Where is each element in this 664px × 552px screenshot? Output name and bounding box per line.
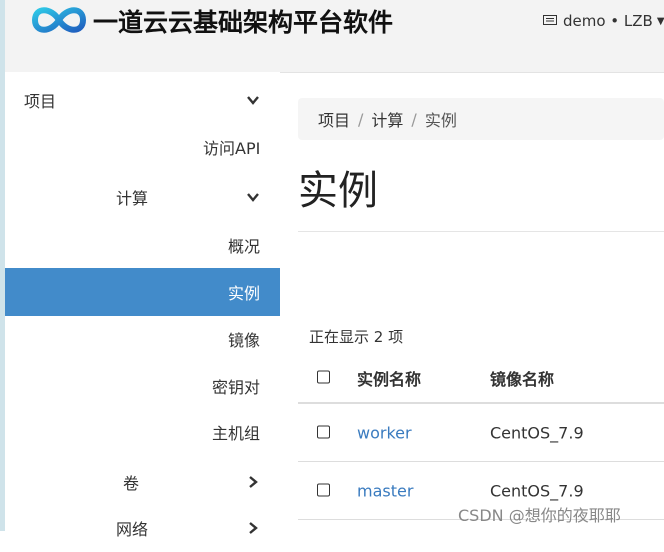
row-checkbox[interactable]	[317, 423, 330, 442]
sidebar-nav: 项目 访问API 计算 概况 实例 镜像 密钥对 主机组 卷 网络	[5, 72, 280, 539]
breadcrumb-item-compute[interactable]: 计算	[371, 107, 403, 131]
sidebar-item-server-groups[interactable]: 主机组	[5, 408, 280, 456]
sidebar-item-label: 镜像	[228, 331, 261, 350]
chevron-right-icon	[249, 522, 258, 534]
sidebar-item-volumes[interactable]: 卷	[5, 458, 280, 506]
sidebar-item-images[interactable]: 镜像	[5, 315, 280, 363]
top-bar: 一道云云基础架构平台软件 demo • LZB ▼	[5, 0, 664, 73]
caret-down-icon: ▼	[656, 15, 664, 27]
sidebar-item-label: 概况	[228, 237, 261, 256]
sidebar-item-access-api[interactable]: 访问API	[5, 123, 280, 171]
page-title: 实例	[298, 168, 378, 214]
sidebar-item-keypairs[interactable]: 密钥对	[5, 362, 280, 410]
select-all-checkbox[interactable]	[317, 369, 330, 388]
table-header: 实例名称 镜像名称	[298, 354, 664, 404]
item-count: 正在显示 2 项	[309, 328, 404, 346]
sidebar-item-instances[interactable]: 实例	[5, 268, 280, 316]
watermark-text: CSDN @想你的夜耶耶	[458, 506, 621, 525]
instance-name-link[interactable]: master	[357, 481, 413, 500]
monitor-icon	[543, 15, 557, 25]
sidebar-item-label: 计算	[116, 189, 149, 208]
table-row: worker CentOS_7.9	[298, 404, 664, 462]
image-name: CentOS_7.9	[490, 481, 584, 500]
breadcrumb: 项目 / 计算 / 实例	[298, 98, 664, 140]
sidebar-item-label: 卷	[123, 474, 140, 493]
breadcrumb-item-project[interactable]: 项目	[318, 107, 350, 131]
breadcrumb-item-current: 实例	[424, 111, 457, 130]
sidebar-item-label: 项目	[24, 92, 57, 111]
chevron-down-icon	[247, 193, 259, 202]
user-menu-label: demo • LZB	[563, 12, 653, 30]
column-header-image-name[interactable]: 镜像名称	[490, 366, 554, 390]
sidebar-item-label: 密钥对	[212, 378, 261, 397]
chevron-down-icon	[247, 96, 259, 105]
sidebar-item-network[interactable]: 网络	[5, 504, 280, 552]
image-name: CentOS_7.9	[490, 423, 584, 442]
main-content: 项目 / 计算 / 实例 实例 正在显示 2 项 实例名称 镜像名称 worke…	[298, 72, 664, 531]
instance-name-link[interactable]: worker	[357, 423, 412, 442]
breadcrumb-separator: /	[411, 109, 417, 129]
column-header-instance-name[interactable]: 实例名称	[357, 366, 421, 390]
brand-title: 一道云云基础架构平台软件	[93, 8, 394, 37]
sidebar-item-overview[interactable]: 概况	[5, 221, 280, 269]
title-divider	[298, 231, 664, 232]
breadcrumb-separator: /	[358, 109, 364, 129]
brand-logo-icon	[31, 7, 87, 33]
user-menu[interactable]: demo • LZB ▼	[543, 12, 664, 30]
row-checkbox[interactable]	[317, 481, 330, 500]
sidebar-item-label: 网络	[116, 520, 149, 539]
sidebar-item-label: 实例	[228, 284, 261, 303]
sidebar-item-label: 主机组	[212, 424, 261, 443]
sidebar-item-compute[interactable]: 计算	[5, 173, 280, 221]
chevron-right-icon	[249, 476, 258, 488]
sidebar-item-label: 访问API	[203, 139, 261, 158]
sidebar-item-project[interactable]: 项目	[5, 76, 280, 124]
